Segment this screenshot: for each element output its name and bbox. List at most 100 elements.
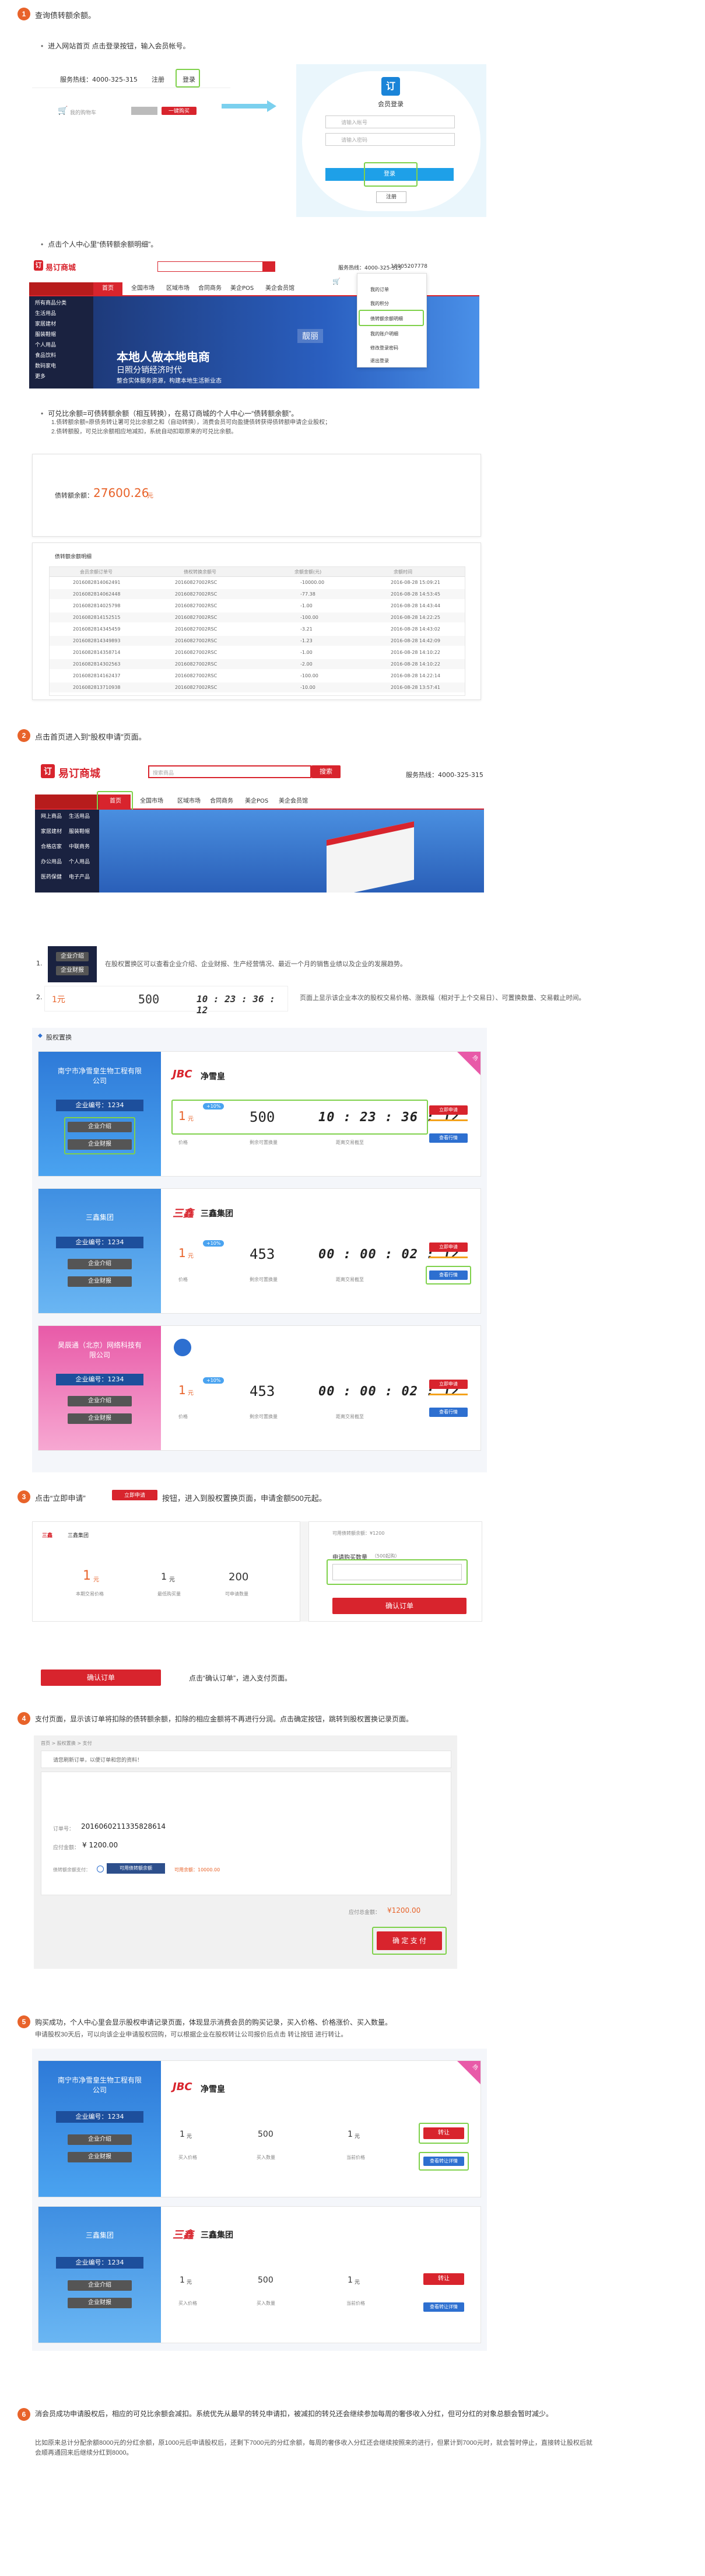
current-price-unit: 元 bbox=[355, 2280, 360, 2286]
detail-highlight bbox=[419, 2152, 469, 2171]
menu-item[interactable]: 我的订单 bbox=[370, 286, 389, 293]
buy-count: 500 bbox=[258, 2276, 273, 2285]
company-report-button[interactable]: 企业财报 bbox=[68, 1276, 132, 1287]
confirm-order-button[interactable]: 确认订单 bbox=[41, 1670, 161, 1686]
search-input-2[interactable]: 搜索商品 bbox=[148, 765, 311, 778]
menu-item[interactable]: 我的积分 bbox=[370, 300, 389, 307]
side-item[interactable]: 办公用品 bbox=[41, 858, 62, 865]
buy-price-label: 买入价格 bbox=[178, 2301, 197, 2306]
username-input[interactable]: 请输入帐号 bbox=[325, 116, 455, 128]
ledger-title: 债转额余额明细 bbox=[55, 554, 92, 560]
mall-search-button[interactable] bbox=[262, 261, 275, 272]
side-item[interactable]: 生活用品 bbox=[69, 812, 90, 820]
step-4-badge: 4 bbox=[17, 1712, 30, 1725]
side-item[interactable]: 电子产品 bbox=[69, 873, 90, 880]
form-confirm-button[interactable]: 确认订单 bbox=[332, 1598, 467, 1614]
table-cell: 2016-08-28 14:53:45 bbox=[391, 592, 440, 597]
nav-item[interactable]: 区域市场 bbox=[177, 794, 201, 808]
table-row: 2016082814062491 20160827002RSC -10000.00 2… bbox=[50, 578, 465, 587]
checkout-button[interactable]: 一键购买 bbox=[162, 107, 197, 115]
table-cell: -3.21 bbox=[300, 626, 313, 632]
side-item[interactable]: 服装鞋帽 bbox=[69, 827, 90, 835]
transfer-button[interactable]: 转让 bbox=[423, 2273, 464, 2285]
quantity-highlight bbox=[327, 1559, 468, 1585]
table-row: 2016082814302563 20160827002RSC -2.00 2016-… bbox=[50, 659, 465, 669]
mall-side-item[interactable]: 食品饮料 bbox=[35, 351, 56, 359]
company-intro-button[interactable]: 企业介绍 bbox=[56, 952, 89, 961]
side-item[interactable]: 合格店家 bbox=[41, 842, 62, 850]
nav-item[interactable]: 美企POS bbox=[245, 794, 268, 808]
side-item[interactable]: 个人用品 bbox=[69, 858, 90, 865]
side-item[interactable]: 中联商务 bbox=[69, 842, 90, 850]
mall-side-item[interactable]: 更多 bbox=[35, 372, 45, 380]
pay-method[interactable]: 可用债转额余额 bbox=[107, 1863, 165, 1874]
card-left-panel: 三鑫集团 企业编号：1234 企业介绍 企业财报 bbox=[38, 2207, 161, 2343]
company-report-button[interactable]: 企业财报 bbox=[56, 966, 89, 975]
search-button-2[interactable]: 搜索 bbox=[311, 765, 341, 778]
step-5-title: 购买成功，个人中心里会显示股权申请记录页面，体现显示消费会员的购买记录，买入价格… bbox=[35, 2018, 392, 2027]
company-id-badge: 企业编号：1234 bbox=[56, 2257, 143, 2269]
step-1-note-2: 2.债转额股，可兑比余额相应地减扣，系统自动扣取原来的可兑比余额。 bbox=[51, 429, 237, 435]
brand-name: 三鑫集团 bbox=[201, 1209, 233, 1219]
cart-icon[interactable]: 🛒 bbox=[58, 106, 68, 116]
payment-panel: 首页 > 股权置换 > 支付 请您刷新订单，以便订单和您的资料！ 订单号： 20… bbox=[34, 1735, 457, 1969]
mall-nav-item[interactable]: 区域市场 bbox=[166, 282, 190, 295]
apply-now-button[interactable]: 立即申请 bbox=[429, 1105, 468, 1115]
side-item[interactable]: 网上商品 bbox=[41, 812, 62, 820]
company-report-button[interactable]: 企业财报 bbox=[68, 2298, 132, 2308]
mall-search-input[interactable] bbox=[157, 261, 275, 272]
table-cell: 2016082814349893 bbox=[73, 638, 121, 643]
table-row: 2016082814152515 20160827002RSC -100.00 201… bbox=[50, 612, 465, 622]
mall-nav-item[interactable]: 合同商务 bbox=[198, 282, 222, 295]
mall-nav-item[interactable]: 首页 bbox=[102, 282, 114, 295]
nav-item[interactable]: 合同商务 bbox=[210, 794, 233, 808]
table-cell: 2016082814302563 bbox=[73, 662, 121, 667]
menu-item[interactable]: 退出登录 bbox=[370, 358, 389, 364]
nav-item[interactable]: 美企会员馆 bbox=[279, 794, 308, 808]
company-intro-button[interactable]: 企业介绍 bbox=[68, 2280, 132, 2291]
company-intro-button[interactable]: 企业介绍 bbox=[68, 1259, 132, 1269]
register-button[interactable]: 注册 bbox=[376, 191, 406, 203]
mall-cart-icon[interactable]: 🛒 bbox=[332, 278, 341, 285]
register-link[interactable]: 注册 bbox=[152, 75, 164, 84]
mall-side-item[interactable]: 所有商品分类 bbox=[35, 299, 66, 306]
cart-link[interactable]: 我的购物车 bbox=[70, 108, 96, 116]
mall-nav-item[interactable]: 美企会员馆 bbox=[265, 282, 294, 295]
brand-name: 三鑫集团 bbox=[201, 2231, 233, 2240]
mall-side-item[interactable]: 生活用品 bbox=[35, 309, 56, 317]
menu-item[interactable]: 修改登录密码 bbox=[370, 345, 398, 351]
login-highlight bbox=[176, 69, 200, 88]
apply-now-button[interactable]: 立即申请 bbox=[429, 1380, 468, 1389]
mall-side-item[interactable]: 家居建材 bbox=[35, 320, 56, 327]
balance-value: 27600.26 bbox=[93, 486, 149, 500]
mall-side-item[interactable]: 个人用品 bbox=[35, 341, 56, 348]
mall-side-item[interactable]: 服装鞋帽 bbox=[35, 330, 56, 338]
apply-now-button[interactable]: 立即申请 bbox=[429, 1242, 468, 1252]
mall-nav-item[interactable]: 美企POS bbox=[230, 282, 254, 295]
brand-name: 净雪皇 bbox=[201, 2085, 225, 2094]
transfer-detail-button[interactable]: 查看转让详情 bbox=[423, 2302, 464, 2312]
mall-side-item[interactable]: 数码家电 bbox=[35, 362, 56, 369]
order-left: 三鑫 三鑫集团 1 元 本期交易价格 1 元 最低购买量 200 可申请数量 bbox=[32, 1521, 300, 1622]
menu-item[interactable]: 我的账户明细 bbox=[370, 331, 398, 337]
nav-item[interactable]: 全国市场 bbox=[140, 794, 163, 808]
form-min-unit: 元 bbox=[169, 1577, 175, 1583]
mall-logo-text: 易订商城 bbox=[45, 264, 76, 272]
mini-buttons: 企业介绍 企业财报 bbox=[48, 946, 97, 982]
side-item[interactable]: 家居建材 bbox=[41, 827, 62, 835]
company-report-button[interactable]: 企业财报 bbox=[68, 1413, 132, 1424]
company-intro-button[interactable]: 企业介绍 bbox=[68, 2134, 132, 2145]
radio-icon[interactable] bbox=[97, 1866, 104, 1873]
table-cell: 2016082814358714 bbox=[73, 650, 121, 655]
table-cell: -1.00 bbox=[300, 650, 313, 655]
company-report-button[interactable]: 企业财报 bbox=[68, 2152, 132, 2162]
company-intro-button[interactable]: 企业介绍 bbox=[68, 1396, 132, 1406]
side-item[interactable]: 医药保健 bbox=[41, 873, 62, 880]
price-label: 价格 bbox=[178, 1140, 188, 1145]
view-market-button[interactable]: 查看行情 bbox=[429, 1133, 468, 1143]
password-input[interactable]: 请输入密码 bbox=[325, 133, 455, 146]
confirm-note: 点击“确认订单”，进入支付页面。 bbox=[189, 1674, 292, 1682]
view-market-button[interactable]: 查看行情 bbox=[429, 1408, 468, 1417]
mall-nav-item[interactable]: 全国市场 bbox=[131, 282, 155, 295]
form-remain: 200 bbox=[229, 1571, 249, 1583]
